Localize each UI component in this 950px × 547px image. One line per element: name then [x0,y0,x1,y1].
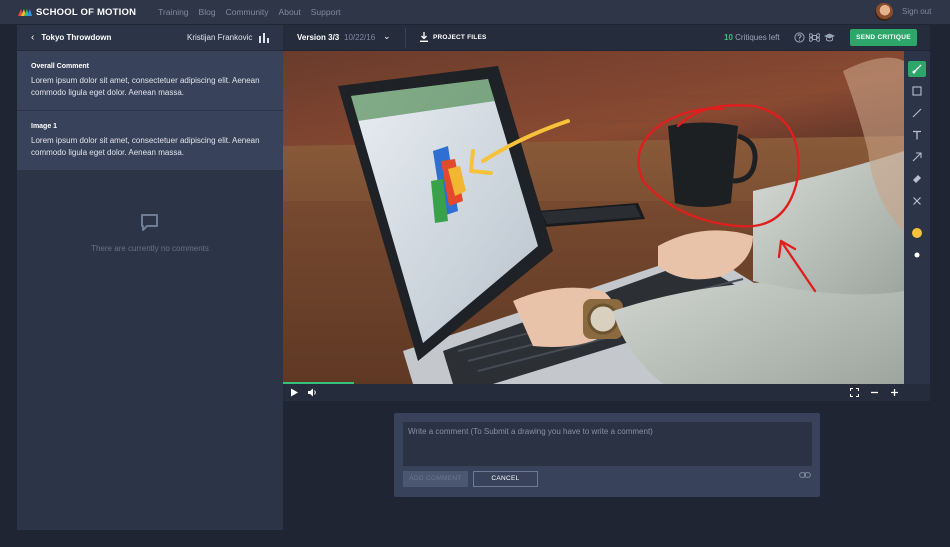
comment-card[interactable]: Overall Comment Lorem ipsum dolor sit am… [17,51,283,110]
nav-link-blog[interactable]: Blog [199,7,216,17]
download-icon[interactable] [420,32,428,42]
critiques-left: 10 Critiques left [724,33,780,42]
fullscreen-icon[interactable] [850,388,859,397]
brand-logo[interactable]: SCHOOL OF MOTION [18,7,136,18]
rainbow-logo-icon [18,8,32,16]
volume-icon[interactable] [308,388,317,397]
cancel-button[interactable]: CANCEL [473,471,538,487]
sign-out-link[interactable]: Sign out [902,7,931,16]
project-header: ‹ Tokyo Throwdown Kristijan Frankovic [17,25,283,51]
drawing-tools [904,51,930,384]
laptop-photo [283,51,904,384]
comment-bubble-icon [141,214,158,231]
zoom-in-icon[interactable] [890,388,899,397]
text-icon[interactable] [908,127,926,143]
brand-name: SCHOOL OF MOTION [36,6,137,18]
review-toolbar: Version 3/3 10/22/16 ⌄ PROJECT FILES 10 … [283,25,930,51]
clear-icon[interactable] [908,193,926,209]
divider [405,28,406,48]
line-icon[interactable] [908,105,926,121]
version-label: Version 3/3 [297,33,340,42]
user-avatar[interactable] [875,3,893,21]
chevron-left-icon[interactable]: ‹ [31,32,34,43]
critiques-label: Critiques left [732,33,780,42]
eraser-icon[interactable] [908,171,926,187]
comment-input[interactable] [403,422,812,466]
author-name: Kristijan Frankovic [187,33,253,42]
brush-size-dot[interactable] [908,247,926,263]
command-icon[interactable] [809,32,820,43]
comment-card[interactable]: Image 1 Lorem ipsum dolor sit amet, cons… [17,111,283,170]
nav-link-about[interactable]: About [279,7,301,17]
arrow-icon[interactable] [908,149,926,165]
version-date: 10/22/16 [344,33,376,42]
brush-icon[interactable] [908,61,926,77]
comment-text: Lorem ipsum dolor sit amet, consectetuer… [31,136,260,157]
help-icon[interactable] [794,32,805,43]
add-comment-button[interactable]: ADD COMMENT [403,471,468,487]
chevron-down-icon[interactable]: ⌄ [383,31,391,42]
comment-title: Image 1 [31,123,58,130]
comments-panel: ‹ Tokyo Throwdown Kristijan Frankovic Ov… [17,25,283,530]
comment-text: Lorem ipsum dolor sit amet, consectetuer… [31,76,260,97]
send-critique-button[interactable]: SEND CRITIQUE [850,29,917,46]
comment-title: Overall Comment [31,63,89,70]
player-controls [283,384,930,401]
nav-link-support[interactable]: Support [311,7,341,17]
yellow-color-swatch[interactable] [908,225,926,241]
graduation-cap-icon[interactable] [824,32,835,43]
bar-chart-icon[interactable] [259,33,269,43]
critiques-count: 10 [724,33,733,42]
nav-link-community[interactable]: Community [226,7,269,17]
project-files-button[interactable]: PROJECT FILES [433,34,487,41]
play-icon[interactable] [290,388,299,397]
zoom-out-icon[interactable] [870,388,879,397]
link-icon[interactable] [799,471,811,479]
rectangle-icon[interactable] [908,83,926,99]
comment-form: ADD COMMENT CANCEL [394,413,820,497]
empty-comments-message: There are currently no comments [91,244,209,253]
project-title: Tokyo Throwdown [41,33,112,42]
critique-image[interactable] [283,51,904,384]
nav-link-training[interactable]: Training [158,7,188,17]
top-nav: SCHOOL OF MOTION Training Blog Community… [0,0,950,24]
